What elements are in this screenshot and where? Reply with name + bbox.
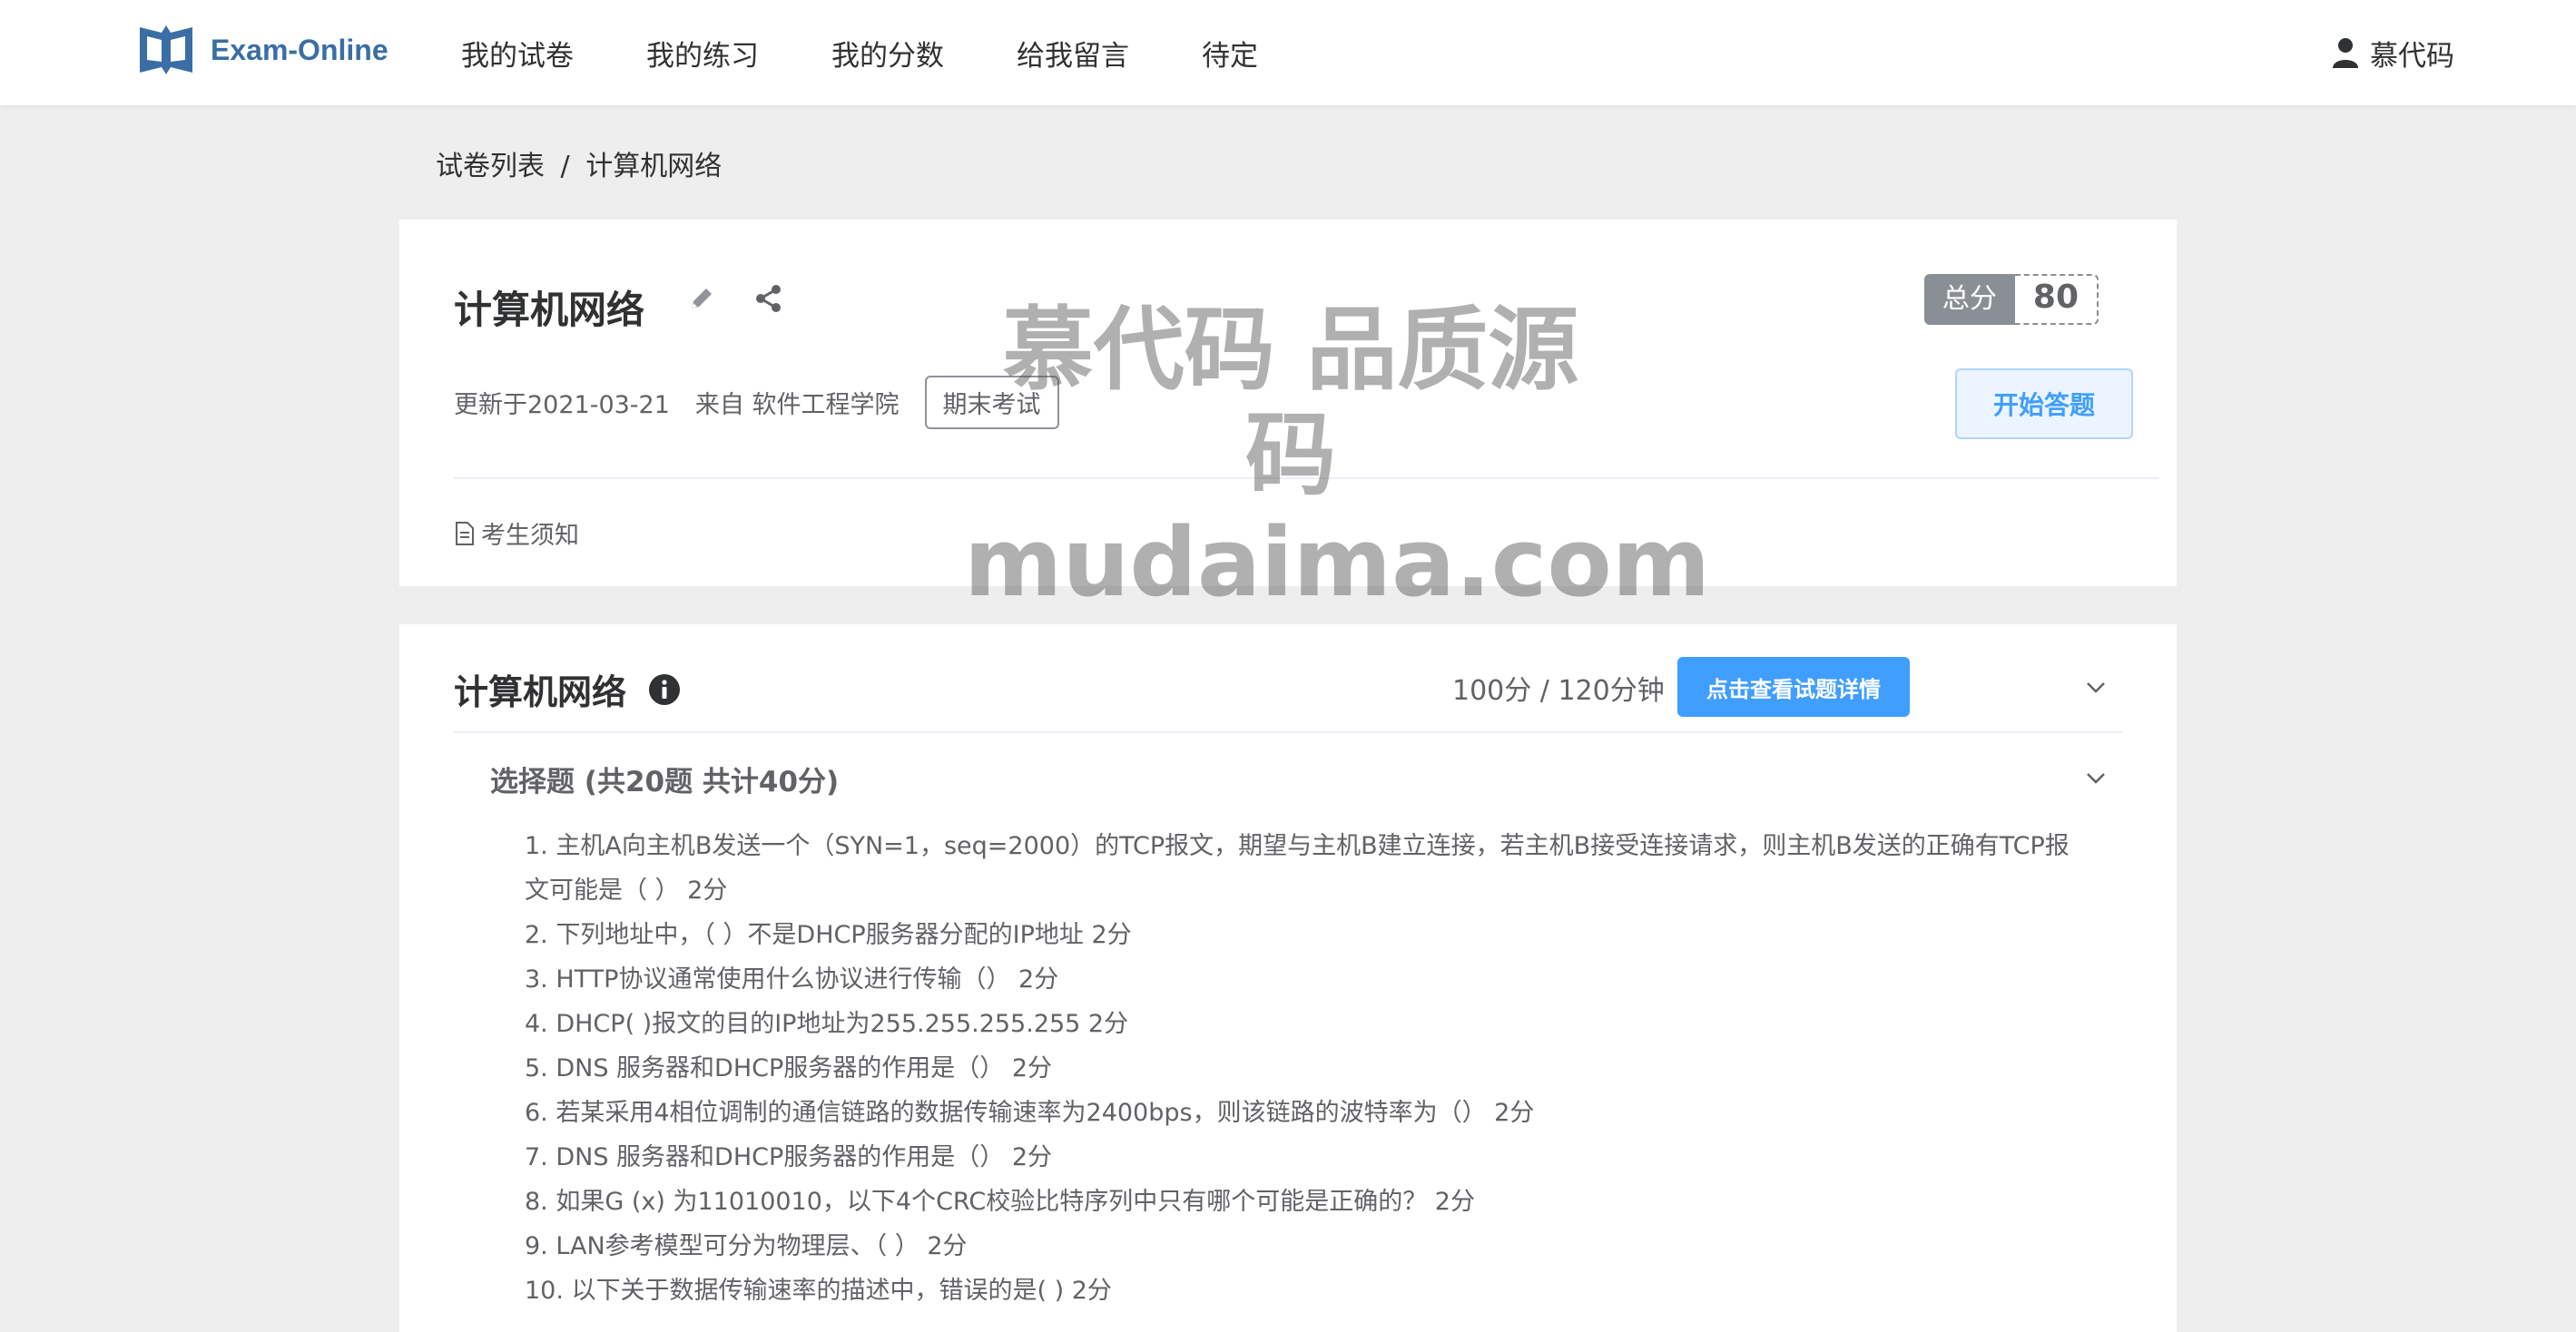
question-item[interactable]: 7. DNS 服务器和DHCP服务器的作用是（） 2分 bbox=[525, 1135, 2086, 1180]
app-name: Exam-Online bbox=[211, 33, 388, 66]
breadcrumb-separator: / bbox=[560, 151, 570, 182]
nav-item-my-scores[interactable]: 我的分数 bbox=[831, 33, 944, 73]
view-detail-button[interactable]: 点击查看试题详情 bbox=[1677, 657, 1910, 717]
question-item[interactable]: 2. 下列地址中，（ ）不是DHCP服务器分配的IP地址 2分 bbox=[525, 913, 2086, 957]
question-item[interactable]: 1. 主机A向主机B发送一个（SYN=1，seq=2000）的TCP报文，期望与… bbox=[525, 824, 2086, 913]
total-score-label: 总分 bbox=[1923, 274, 2015, 325]
question-item[interactable]: 8. 如果G (x) 为11010010，以下4个CRC校验比特序列中只有哪个可… bbox=[525, 1180, 2086, 1224]
section-title: 计算机网络 bbox=[454, 672, 627, 712]
paper-title: 计算机网络 bbox=[454, 288, 645, 332]
user-icon bbox=[2333, 38, 2358, 68]
total-score: 总分 80 bbox=[1923, 274, 2099, 325]
user-name: 慕代码 bbox=[2370, 39, 2454, 73]
top-navbar: Exam-Online 我的试卷 我的练习 我的分数 给我留言 待定 慕代码 bbox=[0, 0, 2576, 105]
exam-type-tag: 期末考试 bbox=[924, 376, 1059, 429]
question-item[interactable]: 6. 若某采用4相位调制的通信链路的数据传输速率为2400bps，则该链路的波特… bbox=[525, 1091, 2086, 1135]
exam-notice-label: 考生须知 bbox=[481, 522, 579, 550]
question-item[interactable]: 10. 以下关于数据传输速率的描述中，错误的是( ) 2分 bbox=[525, 1268, 2086, 1313]
title-actions bbox=[686, 283, 821, 314]
divider bbox=[454, 731, 2122, 733]
nav-item-leave-message[interactable]: 给我留言 bbox=[1017, 33, 1129, 73]
chevron-down-icon[interactable] bbox=[2084, 766, 2108, 789]
nav-item-my-papers[interactable]: 我的试卷 bbox=[461, 33, 574, 73]
updated-date: 更新于2021-03-21 bbox=[454, 391, 670, 419]
chevron-down-icon[interactable] bbox=[2084, 675, 2108, 699]
question-item[interactable]: 3. HTTP协议通常使用什么协议进行传输（） 2分 bbox=[525, 957, 2086, 1002]
paper-section-card: 计算机网络 100分 / 120分钟 点击查看试题详情 选择题 (共20题 共计… bbox=[399, 624, 2177, 1332]
section-header: 计算机网络 bbox=[454, 664, 681, 714]
breadcrumb-paper-list[interactable]: 试卷列表 bbox=[436, 151, 545, 182]
paper-info-card: 计算机网络 更新于2021-03-21 来自 软件工程学院 期末考试 总分 80… bbox=[399, 220, 2177, 586]
exam-notice-link[interactable]: 考生须知 bbox=[454, 515, 579, 551]
question-item[interactable]: 9. LAN参考模型可分为物理层、（ ） 2分 bbox=[525, 1224, 2086, 1268]
breadcrumb-current: 计算机网络 bbox=[585, 151, 723, 182]
user-menu[interactable]: 慕代码 bbox=[2332, 0, 2454, 105]
logo-book-icon bbox=[140, 25, 192, 74]
nav-item-pending[interactable]: 待定 bbox=[1202, 33, 1258, 73]
section-score-time: 100分 / 120分钟 bbox=[1452, 675, 1665, 707]
divider bbox=[454, 477, 2158, 479]
question-list: 1. 主机A向主机B发送一个（SYN=1，seq=2000）的TCP报文，期望与… bbox=[525, 824, 2086, 1313]
app-logo[interactable]: Exam-Online bbox=[134, 18, 388, 82]
question-group-title[interactable]: 选择题 (共20题 共计40分) bbox=[490, 759, 839, 799]
nav-item-my-practice[interactable]: 我的练习 bbox=[646, 33, 759, 73]
main-nav: 我的试卷 我的练习 我的分数 给我留言 待定 bbox=[461, 0, 1331, 105]
edit-icon[interactable] bbox=[686, 283, 717, 314]
document-icon bbox=[456, 521, 474, 545]
info-icon[interactable] bbox=[648, 673, 681, 706]
paper-source: 来自 软件工程学院 bbox=[694, 391, 900, 419]
start-exam-button[interactable]: 开始答题 bbox=[1955, 368, 2133, 439]
breadcrumb: 试卷列表 / 计算机网络 bbox=[436, 143, 722, 183]
share-icon[interactable] bbox=[753, 283, 784, 314]
question-item[interactable]: 5. DNS 服务器和DHCP服务器的作用是（） 2分 bbox=[525, 1046, 2086, 1091]
question-item[interactable]: 4. DHCP( )报文的目的IP地址为255.255.255.255 2分 bbox=[525, 1002, 2086, 1046]
total-score-value: 80 bbox=[2014, 274, 2099, 325]
paper-meta: 更新于2021-03-21 来自 软件工程学院 期末考试 bbox=[454, 376, 1059, 429]
